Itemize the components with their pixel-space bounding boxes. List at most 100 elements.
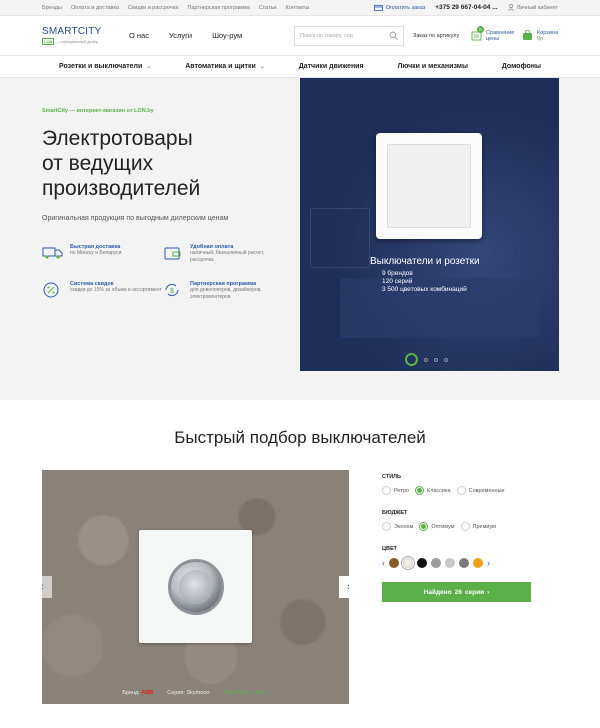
top-link-brands[interactable]: Бренды [42,5,62,11]
color-label: ЦВЕТ [382,546,398,552]
banner-picture-frame [310,208,370,268]
option-label: Классика [426,487,451,494]
top-link-partners[interactable]: Партнерская программа [187,5,249,11]
slider-dot[interactable] [444,357,448,362]
hero-text: SmartCity — интернет-магазин от LON.by Э… [42,108,282,300]
category-hatches[interactable]: Лючки и механизмы [397,63,467,70]
nav-services[interactable]: Услуги [169,31,192,40]
category-intercoms[interactable]: Домофоны [502,63,541,70]
nav-about[interactable]: О нас [129,31,149,40]
style-option-classic[interactable]: Классика [414,486,451,495]
style-option-retro[interactable]: Ретро [382,486,409,495]
feature-desc: по Минску и Беларуси [70,250,122,256]
color-swatch[interactable] [473,558,483,568]
show-results-button[interactable]: Найдено 26 серии › [382,582,531,602]
chevron-down-icon: ⌄ [259,64,265,70]
logo[interactable]: SMARTCITY LON — официальный дилер [42,26,117,45]
feature-delivery: Быстрая доставка по Минску и Беларуси [42,244,162,263]
product-photo: ‹ › Бренд: ABB Серия: Skymoon Подобрать … [42,470,349,704]
slider-dots [405,353,448,366]
chevron-left-icon[interactable]: ‹ [382,558,385,568]
chevron-right-icon: › [347,581,349,593]
search-icon[interactable] [389,31,398,40]
top-link-articles[interactable]: Статьи [259,5,277,11]
budget-option-premium[interactable]: Премиум [460,522,496,531]
style-options: Ретро Классика Современные [382,486,552,495]
hero-section: SmartCity — интернет-магазин от LON.by Э… [0,78,600,400]
top-link-contacts[interactable]: Контакты [286,5,310,11]
color-swatch[interactable] [459,558,469,568]
top-link-payment[interactable]: Оплата и доставка [71,5,119,11]
category-automation[interactable]: Автоматика и щитки ⌄ [185,63,265,70]
nav-showroom[interactable]: Шоу-рум [212,31,242,40]
category-automation-label: Автоматика и щитки [185,63,256,70]
phone-number[interactable]: +375 29 667-04-04 ... [435,4,497,11]
dimmer-knob [167,558,224,615]
wallet-icon [164,247,181,260]
cart-button[interactable]: Корзина 0р. [522,30,558,42]
logo-sub: LON — официальный дилер [42,38,117,45]
order-by-article-link[interactable]: Заказ по артикулу [413,33,461,39]
caption-link[interactable]: Подобрать серию [223,690,268,696]
cart-total: 0р. [537,35,545,42]
radio[interactable] [419,522,429,531]
prev-arrow-button[interactable]: ‹ [42,576,52,598]
knob-center [178,569,213,604]
radio[interactable] [382,486,391,495]
banner-line: 120 серий [382,278,413,285]
color-swatch[interactable] [401,556,415,570]
color-swatch[interactable] [389,558,399,568]
color-swatch[interactable] [417,558,427,568]
banner-switch-image [376,133,482,239]
hero-kicker: SmartCity — интернет-магазин от LON.by [42,108,154,114]
style-option-modern[interactable]: Современные [456,486,505,495]
chevron-right-icon: › [487,588,490,596]
cta-count: 26 [454,588,462,596]
card-icon [373,4,383,11]
pay-order-label: Оплатить заказ [385,4,426,11]
radio[interactable] [414,486,424,495]
chevron-right-icon[interactable]: › [487,558,490,568]
caption-brand-label: Бренд: [122,690,140,696]
top-links: Бренды Оплата и доставка Скидки и рассро… [42,5,309,11]
option-label: Оптимум [431,523,455,530]
slider-dot[interactable] [434,357,438,362]
category-sockets[interactable]: Розетки и выключатели ⌄ [59,63,151,70]
feature-desc: скидки до 15% за объем и ассортимент [70,287,162,293]
banner-title: Выключатели и розетки [370,256,480,267]
radio[interactable] [460,522,470,531]
truck-icon [42,247,63,259]
cart-label: Корзина [537,29,558,36]
radio[interactable] [382,522,391,531]
slider-dot[interactable] [424,357,428,362]
top-link-discounts[interactable]: Скидки и рассрочка [128,5,178,11]
percent-icon [43,282,59,298]
budget-option-optimum[interactable]: Оптимум [419,522,455,531]
phone-more: ... [492,4,498,11]
compare-button[interactable]: 0 Сравнение цены [471,25,514,42]
compare-count-badge: 0 [477,25,485,33]
search-input[interactable]: Поиск по товару, сер [294,25,405,46]
chevron-down-icon: ⌄ [146,64,152,70]
color-swatch[interactable] [431,558,441,568]
category-nav: Розетки и выключатели ⌄ Автоматика и щитк… [0,56,600,78]
radio[interactable] [456,486,466,495]
next-arrow-button[interactable]: › [339,576,349,598]
category-motion-sensors[interactable]: Датчики движения [299,63,364,70]
color-swatch[interactable] [445,558,455,568]
hero-title-line: производителей [42,177,201,200]
cabinet-link[interactable]: Личный кабинет [507,4,558,11]
caption-brand: Бренд: ABB [122,690,153,696]
slider-dot[interactable] [405,353,418,366]
color-swatches: ‹ › [382,556,552,570]
feature-desc: для девелоперов, дизайнеров, электромонт… [190,287,262,300]
pay-order-link[interactable]: Оплатить заказ [373,4,426,11]
top-bar: Бренды Оплата и доставка Скидки и рассро… [0,0,600,16]
switch-plate [139,530,252,643]
hero-title: Электротовары от ведущих производителей [42,126,282,201]
promo-banner[interactable]: Выключатели и розетки 9 брендов 120 сери… [300,78,559,371]
budget-label: БЮДЖЕТ [382,510,408,516]
budget-option-economy[interactable]: Эконом [382,522,413,531]
banner-line: 9 брендов [382,270,413,277]
option-label: Премиум [472,523,496,530]
